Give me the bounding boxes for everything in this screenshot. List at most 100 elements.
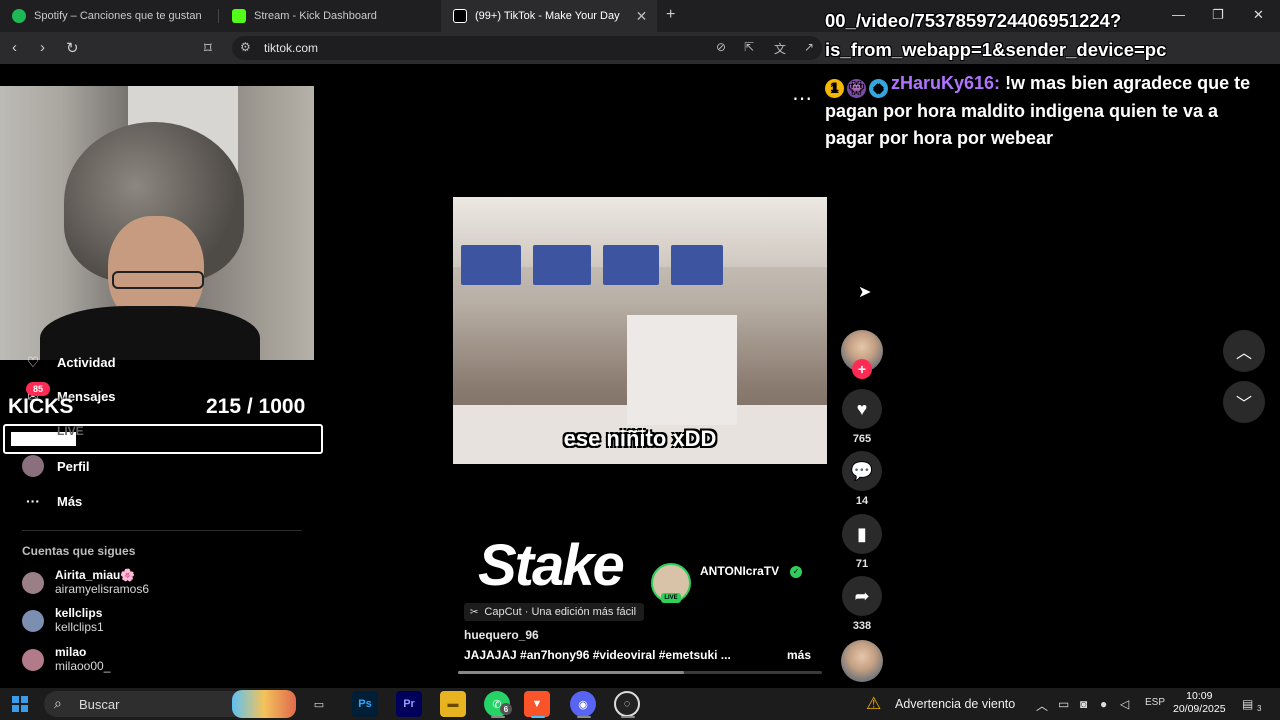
kicks-goal-bar [3,424,323,454]
discord-icon[interactable]: ◉ [570,691,596,717]
following-username: milaoo00_ [55,659,111,673]
brave-icon[interactable]: ▼ [524,691,550,717]
microphone-icon[interactable]: ● [1100,697,1107,711]
sidebar-item-mas[interactable]: ··· Más [22,489,82,513]
following-name: Airita_miau🌸 [55,568,136,582]
post-username[interactable]: huequero_96 [464,628,539,642]
video-progress-bar[interactable] [458,671,822,674]
sidebar-item-perfil[interactable]: Perfil [22,454,90,478]
description-more-link[interactable]: más [787,648,811,662]
camera-off-icon[interactable]: ⊘ [716,40,726,54]
close-tab-icon[interactable]: ✕ [636,8,648,25]
open-external-icon[interactable]: ⇱ [744,40,754,54]
webcam-glasses [112,271,204,289]
back-icon[interactable]: ‹ [12,39,17,56]
next-video-button[interactable]: ﹀ [1223,381,1265,423]
sidebar-item-label: Perfil [57,458,90,474]
chevron-down-icon: ﹀ [1235,396,1252,413]
comment-count: 14 [855,495,869,507]
reload-icon[interactable]: ↻ [66,39,79,57]
share-icon[interactable]: ↗ [804,40,814,54]
chat-url-line: is_from_webapp=1&sender_device=pc [825,39,1167,60]
monster-badge-icon: 👾 [847,79,866,98]
verified-icon: ✓ [790,566,802,578]
kicks-goal-label: KICKS [8,395,74,418]
avatar [22,649,44,671]
video-menu-screen [603,245,659,285]
language-indicator[interactable]: ESP [1145,697,1165,708]
tab-spotify[interactable]: Spotify – Canciones que te gustan [0,0,218,32]
live-tag: LIVE [661,593,681,603]
premiere-icon[interactable]: Pr [396,691,422,717]
camera-icon[interactable]: ◙ [1080,697,1087,711]
save-count: 71 [855,558,869,570]
new-tab-button[interactable]: + [666,6,675,24]
following-name: milao [55,645,87,659]
app-running-indicator [491,716,505,718]
speaker-icon[interactable]: ◁ [1120,697,1129,711]
site-info-icon[interactable]: ⚙ [240,40,251,54]
comment-button[interactable]: 💬 14 [842,451,882,507]
previous-video-button[interactable]: ︿ [1223,330,1265,372]
profile-avatar-icon [22,455,44,477]
next-creator-avatar[interactable] [841,640,883,682]
forward-icon[interactable]: › [40,39,45,56]
follow-button[interactable]: + [852,359,872,379]
notification-count: 3 [1257,704,1262,713]
obs-icon[interactable]: ◌ [614,691,640,717]
video-options-icon[interactable]: ⋯ [792,86,813,111]
video-box [627,315,737,425]
tab-tiktok[interactable]: (99+) TikTok - Make Your Day ✕ [441,0,657,32]
taskbar-search-text: Buscar [79,697,120,712]
sidebar-item-actividad[interactable]: ♡ Actividad [22,350,116,374]
bookmark-icon[interactable]: ⌑ [204,39,212,57]
like-count: 765 [852,433,872,445]
capcut-link[interactable]: ✂ CapCut · Una edición más fácil [464,603,645,621]
warning-icon: ⚠ [866,694,882,713]
webcam-overlay [0,86,314,360]
save-button[interactable]: ▮ 71 [842,514,882,570]
weather-alert[interactable]: Advertencia de viento [895,697,1015,711]
tray-chevron-icon[interactable]: ︿ [1036,697,1048,714]
chat-url-line: 00_/video/7537859724406951224? [825,10,1122,31]
clock-time: 10:09 [1186,690,1213,702]
sidebar-item-label: Actividad [57,354,116,370]
search-highlight-art [232,690,296,718]
sidebar-item-label: Más [57,493,83,509]
bookmark-icon: ▮ [842,514,882,554]
notifications-icon[interactable]: ▤ [1242,697,1253,711]
spotify-icon [12,9,26,23]
sub-badge-icon: 1 [825,79,844,98]
share-button[interactable]: ➦ 338 [842,576,882,632]
clock-date: 20/09/2025 [1173,703,1226,715]
taskbar-clock[interactable]: 10:09 20/09/2025 [1173,690,1226,716]
tab-label: (99+) TikTok - Make Your Day [475,10,620,22]
video-player[interactable]: ese niñito xDD [453,197,827,464]
file-explorer-icon[interactable]: ▬ [440,691,466,717]
more-dots-icon: ··· [26,493,40,509]
windows-start-icon[interactable] [12,696,28,712]
tiktok-icon [453,9,467,23]
kick-icon [232,9,246,23]
avatar [22,572,44,594]
whatsapp-badge: 6 [500,703,512,715]
url-text: tiktok.com [264,41,319,55]
chat-text: !w mas bien agradece que te pagan por ho… [825,73,1251,148]
video-progress-fill [458,671,684,674]
search-icon: ⌕ [54,695,62,711]
app-running-indicator [531,716,545,718]
activity-icon: ♡ [26,353,40,370]
photoshop-icon[interactable]: Ps [352,691,378,717]
url-field[interactable] [232,36,822,60]
network-icon[interactable]: ▭ [1058,697,1069,711]
sidebar-item-live[interactable]: LIVE [57,424,84,438]
chat-username: zHaruKy616: [891,73,1001,93]
like-button[interactable]: ♥ 765 [842,389,882,445]
task-view-icon[interactable]: ▭ [306,691,332,717]
heart-icon: ♥ [842,389,882,429]
translate-icon[interactable]: 文 [774,40,786,57]
tab-kick-dashboard[interactable]: Stream - Kick Dashboard [220,0,440,32]
tab-separator [218,9,219,23]
capcut-label: CapCut · Una edición más fácil [484,606,637,618]
avatar [22,610,44,632]
